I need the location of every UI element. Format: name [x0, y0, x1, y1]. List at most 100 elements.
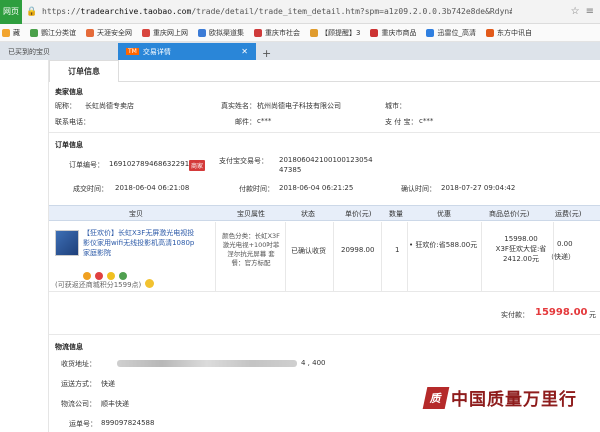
confirm-time-value: 2018-07-27 09:04:42	[441, 184, 516, 192]
bookmark-item[interactable]: 藏	[2, 28, 20, 38]
tmall-icon: TM	[126, 48, 139, 55]
col-status: 状态	[301, 210, 315, 218]
toolbar-icons: ☆ ≡	[571, 6, 600, 17]
col-item: 宝贝	[129, 210, 143, 218]
bookmark-item[interactable]: 【顾提醒】3	[310, 28, 360, 38]
bookmark-icon	[30, 28, 38, 37]
bookmark-icon	[310, 28, 318, 37]
paid-unit: 元	[589, 311, 596, 319]
divider	[49, 132, 600, 133]
bookmark-label: 【顾提醒】3	[321, 28, 361, 37]
column-divider	[407, 222, 408, 292]
bookmark-item[interactable]: 欧拟渠道集	[198, 28, 244, 38]
alipay-trade-label: 支付宝交易号：	[219, 157, 268, 165]
col-shipping: 运费(元)	[555, 210, 582, 218]
address-tail: 4 , 400	[301, 359, 326, 367]
logistics-section-title: 物流信息	[55, 343, 83, 351]
tab-label: 交易详情	[142, 47, 171, 56]
method-label: 运送方式：	[61, 380, 96, 388]
nickname-label: 昵称：	[55, 102, 76, 110]
bookmark-icon	[86, 28, 94, 37]
bookmark-item[interactable]: 东方中讯自	[485, 28, 532, 38]
column-divider	[215, 222, 216, 292]
waybill-label: 运单号：	[69, 420, 97, 428]
order-section-title: 订单信息	[55, 141, 83, 149]
column-divider	[553, 222, 554, 292]
tab-strip: 已买到的宝贝 TM 交易详情 ✕ +	[0, 42, 600, 60]
paid-amount: 15998.00	[535, 307, 588, 318]
url-path: /trade/detail/trade_item_detail.htm?spm=…	[191, 7, 512, 16]
bookmark-label: 重庆市商品	[381, 28, 417, 37]
column-divider	[333, 222, 334, 292]
realname-label: 真实姓名：	[221, 102, 256, 110]
bookmark-label: 鹦江分类谊	[41, 28, 76, 37]
waybill-value: 899097824588	[101, 419, 155, 427]
bookmarks-bar: 藏 鹦江分类谊 天涯安全网 重庆网上网 欧拟渠道集 重庆市社会 【顾提醒】3 重…	[0, 24, 600, 42]
points-note: (可获返还商城积分1599点)	[55, 281, 142, 289]
col-unit-price: 单价(元)	[345, 210, 372, 218]
watermark-logo-icon: 质	[422, 386, 450, 409]
menu-icon[interactable]: ≡	[586, 6, 594, 17]
smiley-icon	[145, 279, 154, 288]
bookmark-item[interactable]: 鹦江分类谊	[30, 28, 76, 38]
bookmark-icon	[198, 28, 206, 37]
column-divider	[381, 222, 382, 292]
status-value: 已确认收货	[291, 247, 326, 255]
url-input[interactable]: https://tradearchive.taobao.com/trade/de…	[42, 7, 512, 16]
items-table-header: 宝贝 宝贝属性 状态 单价(元) 数量 优惠 商品总价(元) 运费(元)	[49, 205, 600, 221]
column-divider	[481, 222, 482, 292]
pay-time-label: 付款时间：	[239, 185, 274, 193]
deal-time-label: 成交时间：	[73, 185, 108, 193]
phone-label: 联系电话：	[55, 118, 90, 126]
bookmark-item[interactable]: 重庆市商品	[370, 28, 416, 38]
confirm-time-label: 确认时间：	[401, 185, 436, 193]
bookmark-label: 重庆市社会	[265, 28, 300, 37]
new-tab-button[interactable]: +	[256, 47, 277, 60]
bookmark-icon	[2, 28, 10, 37]
star-icon[interactable]: ☆	[571, 6, 580, 17]
bookmark-icon	[254, 28, 262, 37]
company-value: 顺丰快递	[101, 400, 129, 408]
bookmark-item[interactable]: 迅雷位_高清	[426, 28, 476, 38]
merchant-badge[interactable]: 商家	[189, 160, 206, 171]
url-host: tradearchive.taobao.com	[80, 7, 192, 16]
order-info-tab[interactable]: 订单信息	[49, 60, 119, 82]
service-icon	[95, 272, 103, 280]
col-total: 商品总价(元)	[489, 210, 530, 218]
city-label: 城市：	[385, 102, 406, 110]
shipping-value: 0.00	[557, 240, 573, 248]
email-label: 邮件：	[235, 118, 256, 126]
deal-time-value: 2018-06-04 06:21:08	[115, 184, 190, 192]
pay-time-value: 2018-06-04 06:21:25	[279, 184, 354, 192]
lock-icon: 🔒	[26, 6, 38, 17]
address-label: 收货地址：	[61, 360, 96, 368]
seller-section-title: 卖家信息	[55, 88, 83, 96]
shipping-method: （快递）	[547, 253, 575, 261]
product-thumbnail[interactable]	[55, 230, 79, 256]
tab-underline	[119, 81, 600, 82]
email-value: c***	[257, 117, 272, 125]
service-icon	[107, 272, 115, 280]
close-icon[interactable]: ✕	[241, 47, 248, 56]
col-discount: 优惠	[437, 210, 451, 218]
bookmark-icon	[485, 28, 494, 37]
bookmark-item[interactable]: 重庆市社会	[254, 28, 300, 38]
total-value: 15998.00	[504, 235, 538, 243]
tab-trade-detail[interactable]: TM 交易详情 ✕	[118, 43, 256, 60]
address-bar: 网页 🔒 https://tradearchive.taobao.com/tra…	[0, 0, 600, 24]
alipay-value: c***	[419, 117, 434, 125]
address-redacted	[117, 360, 297, 367]
order-card: 订单信息 卖家信息 昵称： 长虹尚德专卖店 真实姓名： 杭州尚德电子科技有限公司…	[48, 60, 600, 432]
total-price: 15998.00 X3F狂欢大促:省2412.00元	[489, 234, 553, 264]
service-icon	[119, 272, 127, 280]
paid-label: 实付款：	[501, 311, 529, 319]
bookmark-item[interactable]: 重庆网上网	[142, 28, 188, 38]
bookmark-item[interactable]: 天涯安全网	[86, 28, 132, 38]
watermark: 质 中国质量万里行	[422, 385, 577, 410]
order-no-label: 订单编号：	[69, 161, 104, 169]
left-margin	[0, 60, 48, 432]
bookmark-label: 东方中讯自	[496, 28, 532, 37]
product-title-link[interactable]: 【狂欢价】长虹X3F无屏激光电视投影仪家用wifi无线投影机高清1080p家庭影…	[83, 228, 201, 258]
tab-bought-items[interactable]: 已买到的宝贝	[0, 43, 118, 60]
nickname-value: 长虹尚德专卖店	[85, 102, 134, 110]
